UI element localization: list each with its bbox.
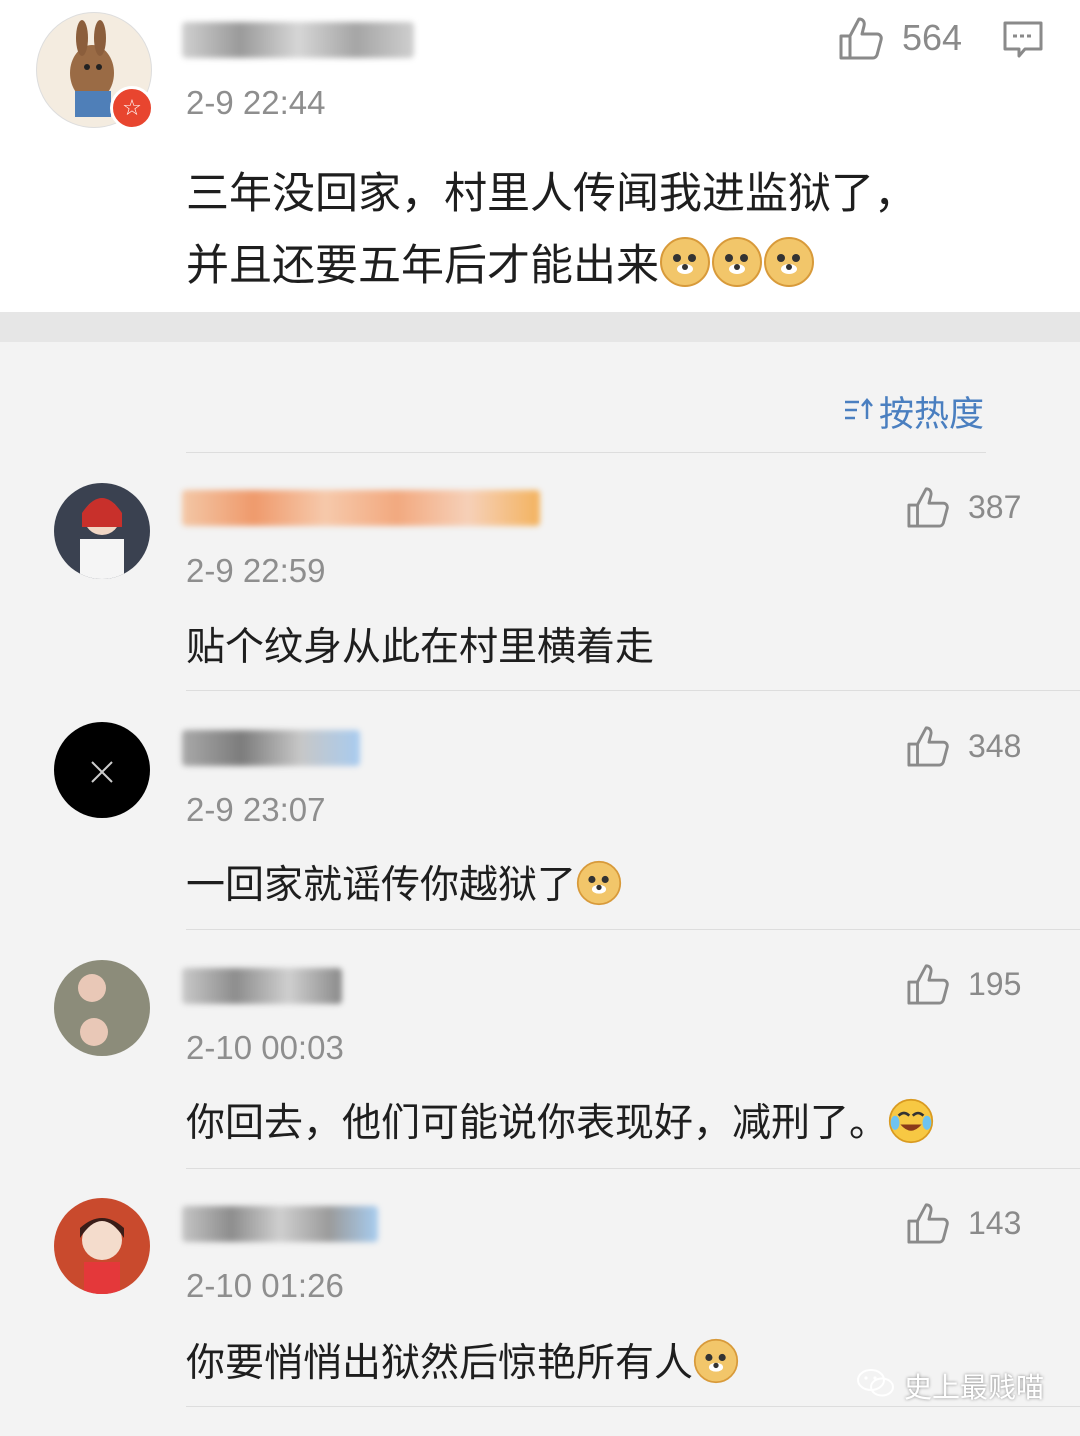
comment-text-wrap: 一回家就谣传你越狱了 [186,854,622,916]
comment-text: 你回去，他们可能说你表现好，减刑了。 [186,1101,889,1146]
sort-by-hot-button[interactable]: 按热度 [843,386,984,437]
doge-emoji-icon [576,860,622,916]
thumbs-up-icon [906,1202,950,1244]
comment-time: 2-9 23:07 [186,791,326,828]
comment-like-button[interactable]: 348 [906,725,1021,767]
divider [186,452,986,453]
commenter-avatar[interactable] [54,483,150,579]
section-gap [0,312,1080,342]
divider [186,929,1080,930]
comment-like-count: 348 [968,727,1022,764]
commenter-username[interactable] [182,968,342,1004]
comment-time: 2-9 22:59 [186,552,326,589]
comment-like-count: 387 [968,488,1022,525]
comment-like-count: 143 [968,1204,1022,1241]
laughing-crying-emoji-icon [888,1098,934,1154]
thumbs-up-icon [906,725,950,767]
comment-text-wrap: 你要悄悄出狱然后惊艳所有人 [186,1332,739,1394]
watermark-text: 史上最贱喵 [903,1371,1044,1404]
poster-username[interactable] [182,22,414,58]
wechat-icon [856,1367,896,1406]
commenter-avatar[interactable] [54,1198,150,1294]
comment-text: 贴个纹身从此在村里横着走 [186,625,655,670]
doge-emoji-icon [711,236,763,310]
comment-time: 2-10 00:03 [186,1029,344,1066]
post-like-count: 564 [902,17,963,58]
commenter-username[interactable] [182,490,540,526]
verified-badge-icon: ☆ [110,86,154,130]
commenter-username[interactable] [182,1206,378,1242]
divider [186,1406,1080,1407]
comment-like-count: 195 [968,965,1022,1002]
sort-label: 按热度 [878,395,984,435]
post-like-button[interactable]: 564 [838,16,962,60]
divider [186,690,1080,691]
comment-like-button[interactable]: 195 [906,963,1021,1005]
comment-like-button[interactable]: 143 [906,1202,1021,1244]
post-text-line1: 三年没回家，村里人传闻我进监狱了， [186,169,917,219]
comment-icon[interactable] [1002,20,1044,64]
commenter-avatar[interactable] [54,722,150,818]
divider [186,1168,1080,1169]
doge-emoji-icon [763,236,815,310]
commenter-avatar[interactable] [54,960,150,1056]
comment-time: 2-10 01:26 [186,1267,344,1304]
comment-text: 一回家就谣传你越狱了 [186,863,577,908]
post-time: 2-9 22:44 [186,84,326,121]
sort-icon [843,392,873,432]
post-text-line2: 并且还要五年后才能出来 [186,241,659,291]
thumbs-up-icon [906,963,950,1005]
wechat-watermark: 史上最贱喵 [856,1366,1044,1406]
doge-emoji-icon [659,236,711,310]
comment-like-button[interactable]: 387 [906,486,1021,528]
thumbs-up-icon [838,16,884,60]
thumbs-up-icon [906,486,950,528]
post-text-line2-wrap: 并且还要五年后才能出来 [186,230,917,310]
post-text: 三年没回家，村里人传闻我进监狱了， 并且还要五年后才能出来 [186,158,917,310]
comment-text-wrap: 你回去，他们可能说你表现好，减刑了。 [186,1092,934,1154]
doge-emoji-icon [693,1338,739,1394]
commenter-username[interactable] [182,730,360,766]
comment-text: 你要悄悄出狱然后惊艳所有人 [186,1341,694,1386]
